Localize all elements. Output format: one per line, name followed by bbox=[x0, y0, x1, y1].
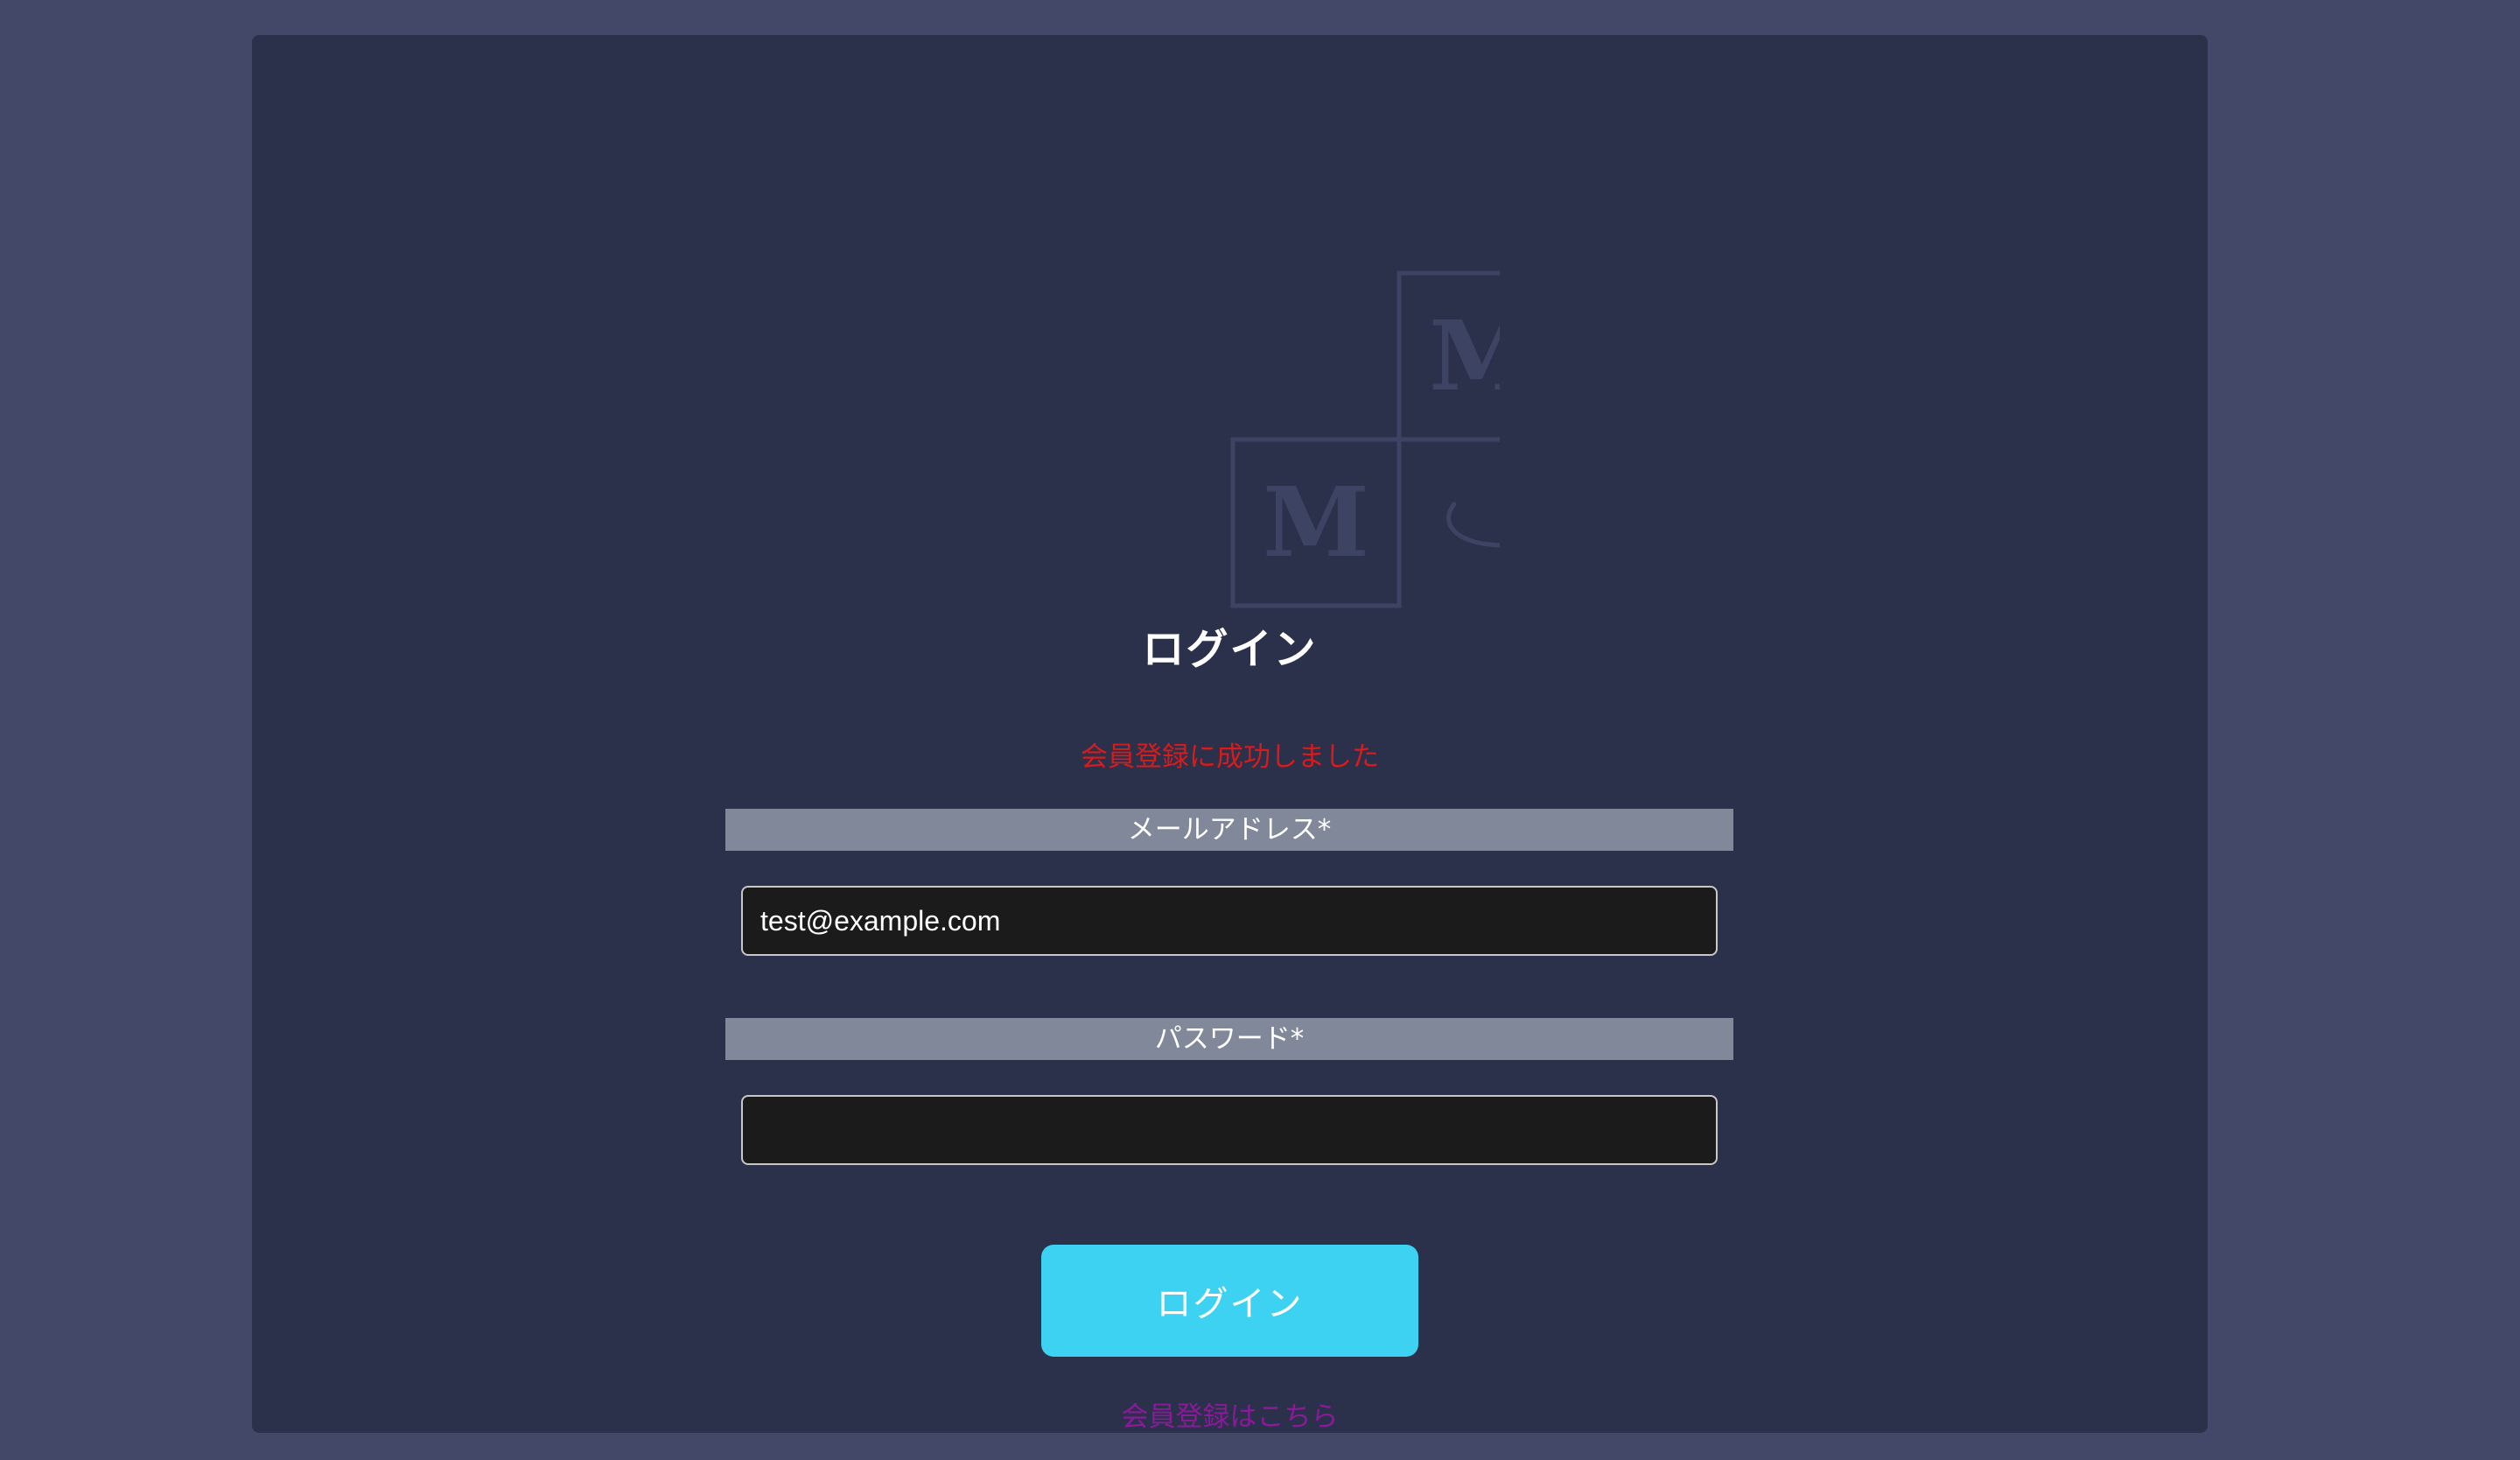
password-label: パスワード* bbox=[725, 1018, 1733, 1060]
logo-m-box-bottom: M bbox=[1230, 437, 1402, 608]
logo-letter-m-middle: M bbox=[1429, 299, 1500, 412]
password-field[interactable] bbox=[741, 1095, 1718, 1165]
login-button[interactable]: ログイン bbox=[1041, 1245, 1418, 1357]
app-logo: M M G bbox=[1230, 270, 1500, 608]
email-field[interactable] bbox=[741, 886, 1718, 956]
email-label: メールアドレス* bbox=[725, 809, 1733, 851]
page-title: ログイン bbox=[1142, 625, 1318, 674]
register-link[interactable]: 会員登録はこちら bbox=[252, 1394, 2208, 1434]
logo-letter-m-bottom: M bbox=[1263, 466, 1369, 579]
login-card: M M G ログイン 会員登録に成功しました メールアドレス* パスワード* ロ… bbox=[252, 35, 2208, 1433]
logo-m-box-middle: M bbox=[1396, 270, 1500, 442]
success-message: 会員登録に成功しました bbox=[1081, 741, 1379, 773]
